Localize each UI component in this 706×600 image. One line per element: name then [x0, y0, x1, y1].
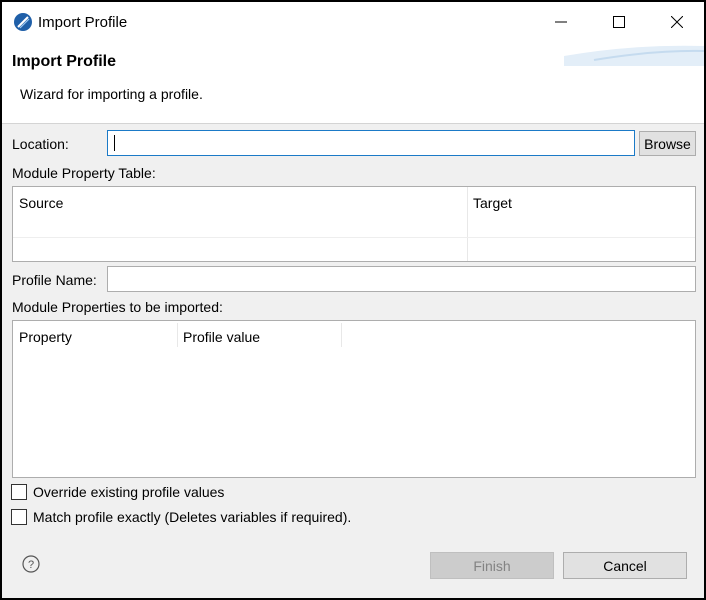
- match-label[interactable]: Match profile exactly (Deletes variables…: [33, 509, 351, 525]
- column-header-target[interactable]: Target: [473, 195, 512, 211]
- app-logo-icon: [14, 13, 32, 31]
- wizard-banner: Import Profile Wizard for importing a pr…: [2, 42, 704, 124]
- module-properties-label: Module Properties to be imported:: [12, 299, 223, 315]
- text-caret: [114, 135, 115, 151]
- column-divider: [341, 323, 342, 347]
- module-property-table[interactable]: Source Target: [12, 186, 696, 262]
- column-divider: [177, 323, 178, 347]
- browse-button[interactable]: Browse: [639, 131, 696, 156]
- title-bar: Import Profile: [2, 2, 704, 42]
- close-icon: [671, 16, 683, 28]
- wizard-title: Import Profile: [12, 53, 117, 70]
- wizard-description: Wizard for importing a profile.: [20, 86, 203, 102]
- location-input[interactable]: [107, 130, 635, 156]
- column-divider: [467, 187, 468, 261]
- module-property-table-label: Module Property Table:: [12, 165, 156, 181]
- maximize-button[interactable]: [590, 2, 648, 42]
- help-icon[interactable]: ?: [22, 555, 40, 573]
- match-checkbox-row[interactable]: Match profile exactly (Deletes variables…: [11, 509, 351, 525]
- profile-name-input[interactable]: [107, 266, 696, 292]
- banner-decoration: [564, 45, 704, 66]
- maximize-icon: [613, 16, 625, 28]
- import-profile-dialog: Import Profile Import Profile Wizard for…: [0, 0, 706, 600]
- profile-name-label: Profile Name:: [12, 272, 97, 288]
- module-properties-table[interactable]: Property Profile value: [12, 320, 696, 478]
- cancel-button[interactable]: Cancel: [563, 552, 687, 579]
- window-title: Import Profile: [38, 14, 128, 31]
- svg-text:?: ?: [28, 559, 34, 571]
- override-label[interactable]: Override existing profile values: [33, 484, 224, 500]
- location-label: Location:: [12, 136, 69, 152]
- override-checkbox[interactable]: [11, 484, 27, 500]
- minimize-button[interactable]: [532, 2, 590, 42]
- column-header-source[interactable]: Source: [19, 195, 63, 211]
- column-header-property[interactable]: Property: [19, 329, 72, 345]
- minimize-icon: [555, 21, 567, 23]
- row-divider: [13, 237, 695, 238]
- match-checkbox[interactable]: [11, 509, 27, 525]
- finish-button[interactable]: Finish: [430, 552, 554, 579]
- override-checkbox-row[interactable]: Override existing profile values: [11, 484, 224, 500]
- close-button[interactable]: [648, 2, 706, 42]
- column-header-profile-value[interactable]: Profile value: [183, 329, 260, 345]
